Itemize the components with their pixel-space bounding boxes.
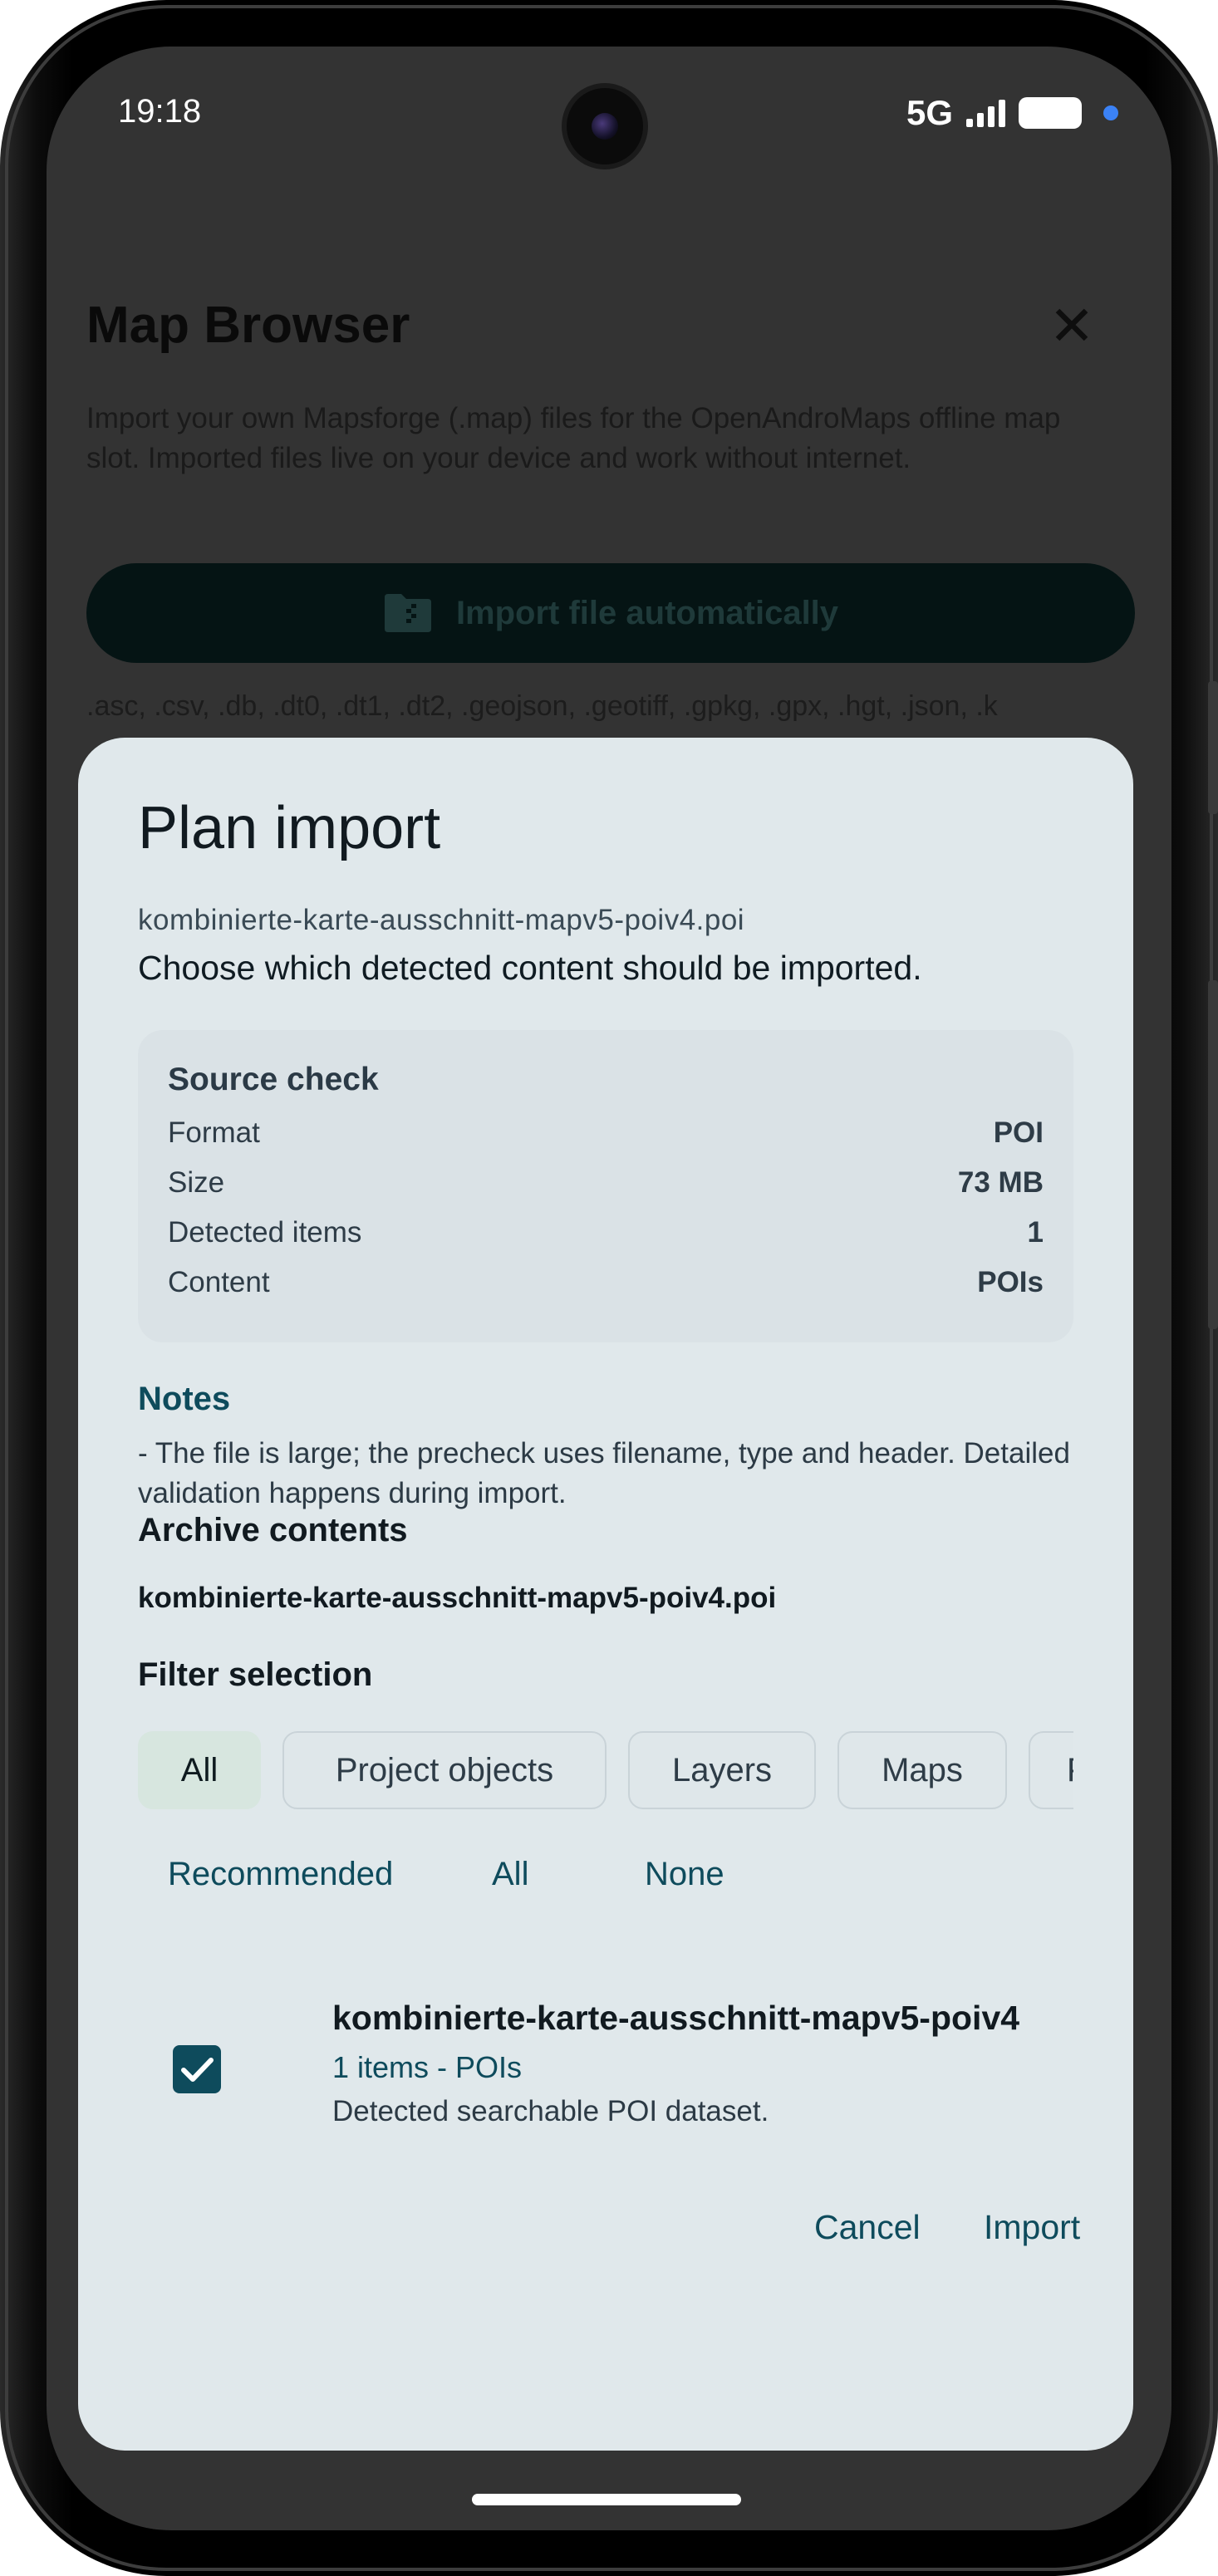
item-meta: 1 items - POIs <box>332 2050 523 2084</box>
filter-chip-row: All Project objects Layers Maps P <box>138 1731 1073 1811</box>
status-icons: 5G <box>906 93 1118 133</box>
import-file-label: Import file automatically <box>455 594 839 631</box>
status-time: 19:18 <box>118 93 202 130</box>
plan-import-dialog: Plan import kombinierte-karte-ausschnitt… <box>78 738 1133 2451</box>
power-button <box>1208 980 1218 1329</box>
filter-chip-partial[interactable]: P <box>1029 1731 1073 1809</box>
cancel-button[interactable]: Cancel <box>814 2208 921 2247</box>
import-button[interactable]: Import <box>984 2208 1080 2247</box>
status-bar: 19:18 5G <box>47 47 1171 179</box>
front-camera <box>567 88 643 164</box>
select-all-button[interactable]: All <box>492 1856 528 1893</box>
notes-title: Notes <box>138 1381 231 1417</box>
source-file-name: kombinierte-karte-ausschnitt-mapv5-poiv4… <box>138 904 745 936</box>
signal-icon <box>966 99 1005 127</box>
page-description: Import your own Mapsforge (.map) files f… <box>86 402 1061 474</box>
page-title: Map Browser <box>86 297 410 354</box>
filter-chip-project-objects[interactable]: Project objects <box>282 1731 607 1809</box>
battery-icon <box>1019 97 1082 129</box>
filter-chip-maps[interactable]: Maps <box>837 1731 1007 1809</box>
screen: 19:18 5G Map Browser ✕ Import your own M… <box>47 47 1171 2530</box>
folder-zip-icon <box>384 594 431 632</box>
row-label: Size <box>168 1166 225 1199</box>
filter-chip-all[interactable]: All <box>138 1731 261 1809</box>
network-type: 5G <box>906 93 953 132</box>
notes-text: - The file is large; the precheck uses f… <box>138 1437 1070 1509</box>
source-row: Content POIs <box>168 1266 1044 1313</box>
archive-contents-title: Archive contents <box>138 1512 408 1548</box>
row-label: Content <box>168 1266 270 1298</box>
phone-frame: 19:18 5G Map Browser ✕ Import your own M… <box>0 0 1218 2576</box>
supported-extensions: .asc, .csv, .db, .dt0, .dt1, .dt2, .geoj… <box>86 690 998 722</box>
volume-button <box>1208 681 1218 814</box>
item-description: Detected searchable POI dataset. <box>332 2095 769 2127</box>
import-file-button[interactable]: Import file automatically <box>86 563 1135 663</box>
item-title: kombinierte-karte-ausschnitt-mapv5-poiv4 <box>332 1999 1020 2037</box>
source-row: Detected items 1 <box>168 1216 1044 1263</box>
dialog-subtitle: Choose which detected content should be … <box>138 949 922 987</box>
source-check-title: Source check <box>168 1062 379 1097</box>
row-value: 1 <box>1027 1216 1044 1249</box>
row-value: POI <box>993 1116 1044 1149</box>
item-checkbox[interactable] <box>173 2045 221 2093</box>
filter-chip-layers[interactable]: Layers <box>628 1731 816 1809</box>
row-value: 73 MB <box>957 1166 1044 1199</box>
select-recommended-button[interactable]: Recommended <box>168 1856 393 1893</box>
archive-file-name: kombinierte-karte-ausschnitt-mapv5-poiv4… <box>138 1582 777 1614</box>
checkmark-icon <box>181 2058 214 2082</box>
notification-dot-icon <box>1103 105 1118 120</box>
dialog-title: Plan import <box>138 795 441 861</box>
row-label: Detected items <box>168 1216 362 1249</box>
source-row: Size 73 MB <box>168 1166 1044 1213</box>
filter-selection-title: Filter selection <box>138 1656 373 1693</box>
close-icon[interactable]: ✕ <box>1042 296 1102 356</box>
source-row: Format POI <box>168 1116 1044 1163</box>
row-label: Format <box>168 1116 260 1149</box>
source-check-card: Source check Format POI Size 73 MB Detec… <box>138 1030 1073 1342</box>
home-indicator[interactable] <box>472 2494 741 2505</box>
row-value: POIs <box>977 1266 1044 1298</box>
select-none-button[interactable]: None <box>645 1856 724 1893</box>
